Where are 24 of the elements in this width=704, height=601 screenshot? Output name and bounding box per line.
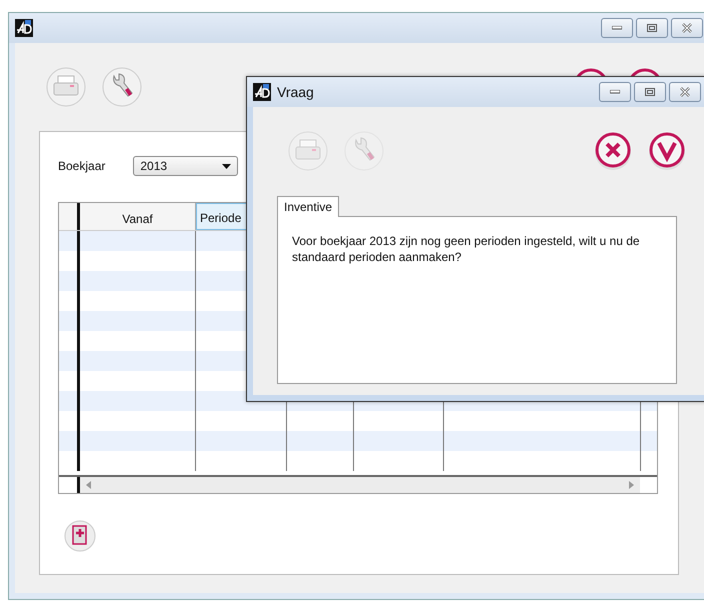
tab[interactable]: Inventive [277,196,340,217]
caret-icon [222,164,232,168]
app-logo-icon [253,83,271,101]
fiscal-year-dropdown[interactable]: 2013 [133,156,238,176]
maximize-icon [647,24,657,32]
minimize-button[interactable] [601,18,633,38]
minimize-icon [612,26,622,30]
close-icon [681,23,693,33]
minimize-icon [610,90,620,94]
close-icon [679,87,691,97]
maximize-icon [645,88,655,96]
cancel-icon[interactable] [593,131,633,171]
wrench-icon[interactable] [101,66,143,108]
dialog-title: Vraag [277,84,314,100]
app-logo-icon [15,19,33,37]
message-text: Voor boekjaar 2013 zijn nog geen perioden ingesteld, wilt u nu de standaard perioden aanmaken? [292,234,640,264]
add-book-icon[interactable] [64,520,96,552]
close-button[interactable] [671,18,703,38]
maximize-button[interactable] [636,18,668,38]
minimize-button[interactable] [599,82,631,102]
close-button[interactable] [669,82,701,102]
maximize-button[interactable] [634,82,666,102]
confirm-icon[interactable] [647,131,687,171]
fiscal-year-label: Boekjaar [58,159,106,173]
